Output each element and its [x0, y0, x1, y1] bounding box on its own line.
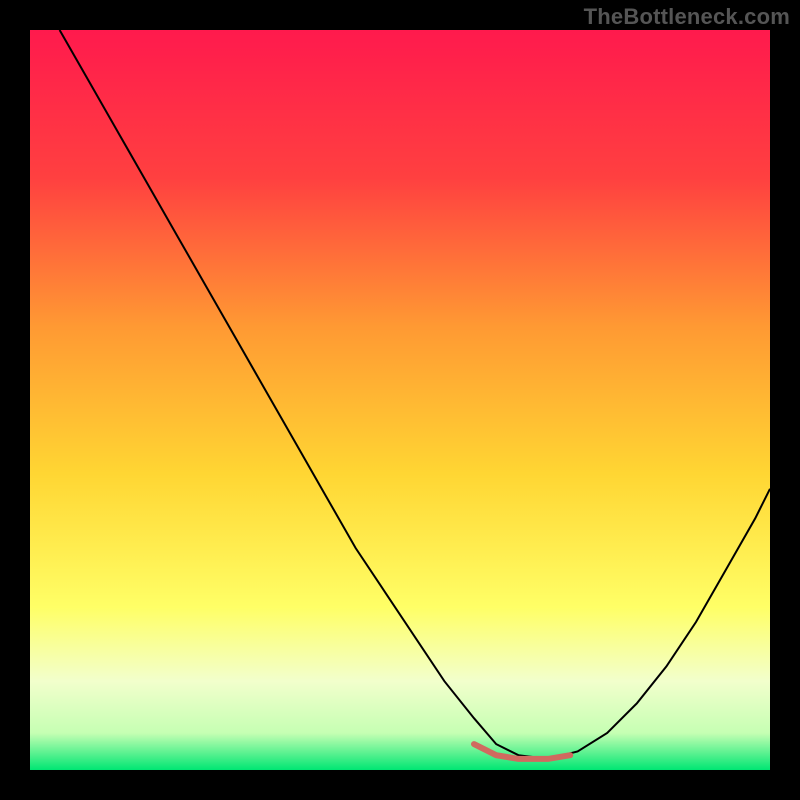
- plot-area: [30, 30, 770, 770]
- gradient-background: [30, 30, 770, 770]
- watermark-text: TheBottleneck.com: [584, 4, 790, 30]
- chart-frame: TheBottleneck.com: [0, 0, 800, 800]
- chart-svg: [30, 30, 770, 770]
